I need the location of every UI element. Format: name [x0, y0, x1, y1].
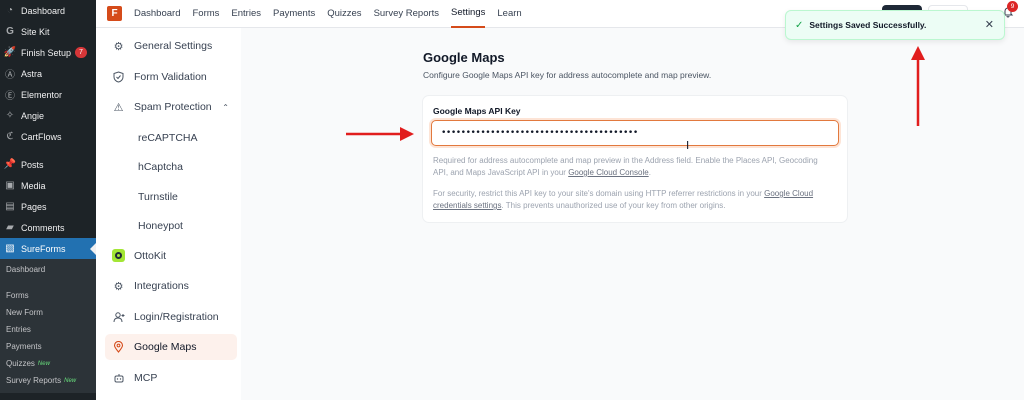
integrations-icon: ⚙ [113, 280, 124, 293]
settings-nav-general[interactable]: ⚙ General Settings [105, 33, 237, 59]
update-count-badge: 7 [75, 47, 87, 58]
wp-submenu-forms[interactable]: Forms [0, 287, 96, 304]
comment-icon: ▰ [6, 222, 14, 233]
settings-nav-hcaptcha[interactable]: hCaptcha [105, 154, 237, 180]
wp-menu-pages[interactable]: ▤ Pages [0, 196, 96, 217]
wp-menu-elementor[interactable]: Ⓔ Elementor [0, 84, 96, 105]
map-pin-icon [112, 341, 125, 354]
settings-nav-login-registration[interactable]: Login/Registration [105, 304, 237, 330]
cartflows-icon: ℭ [6, 131, 14, 142]
wp-menu-sureforms[interactable]: ▧ SureForms [0, 238, 96, 259]
wp-menu-media[interactable]: ▣ Media [0, 175, 96, 196]
wp-submenu-payments[interactable]: Payments [0, 338, 96, 355]
nav-quizzes[interactable]: Quizzes [327, 0, 361, 28]
settings-nav-turnstile[interactable]: Turnstile [105, 184, 237, 210]
dashboard-icon: ◔ [6, 5, 14, 16]
gear-icon: ⚙ [113, 40, 124, 53]
wp-admin-sidebar: ◔ Dashboard G Site Kit 🚀 Finish Setup 7 Ⓐ Ast… [0, 0, 96, 400]
wp-submenu-sureforms: Dashboard Forms New Form Entries Payment… [0, 259, 96, 393]
page-title: Google Maps [423, 50, 505, 65]
sureforms-icon: ▧ [5, 243, 15, 254]
wp-menu-finish-setup[interactable]: 🚀 Finish Setup 7 [0, 42, 96, 63]
pin-icon: 📌 [3, 159, 17, 170]
wp-menu-sitekit[interactable]: G Site Kit [0, 21, 96, 42]
sureforms-logo[interactable]: F [107, 6, 122, 21]
security-help-text: For security, restrict this API key to y… [433, 189, 814, 210]
wp-menu-angie[interactable]: ✧ Angie [0, 105, 96, 126]
wp-menu-comments[interactable]: ▰ Comments [0, 217, 96, 238]
sitekit-icon: G [6, 26, 14, 37]
media-icon: ▣ [5, 180, 15, 191]
robot-icon [112, 371, 125, 384]
annotation-arrow-right [346, 127, 414, 141]
chevron-up-icon[interactable]: ⌃ [222, 103, 229, 112]
api-key-label: Google Maps API Key [433, 106, 521, 116]
wp-submenu-new-form[interactable]: New Form [0, 304, 96, 321]
nav-payments[interactable]: Payments [273, 0, 315, 28]
nav-learn[interactable]: Learn [497, 0, 521, 28]
main-content: Google Maps Configure Google Maps API ke… [241, 28, 1024, 400]
toast-message: Settings Saved Successfully. [809, 20, 927, 30]
angie-icon: ✧ [5, 110, 15, 121]
google-maps-settings-card: Google Maps API Key I Required for addre… [423, 96, 847, 222]
wp-menu-dashboard[interactable]: ◔ Dashboard [0, 0, 96, 21]
google-cloud-console-link[interactable]: Google Cloud Console [568, 168, 649, 177]
astra-icon: Ⓐ [5, 70, 15, 81]
annotation-arrow-up [911, 46, 925, 126]
elementor-icon: Ⓔ [5, 91, 15, 102]
settings-nav-integrations[interactable]: ⚙ Integrations [105, 273, 237, 299]
nav-settings[interactable]: Settings [451, 0, 486, 28]
settings-nav-mcp[interactable]: MCP [105, 365, 237, 391]
rocket-icon: 🚀 [3, 47, 17, 58]
api-key-help-text: Required for address autocomplete and ma… [433, 156, 818, 177]
nav-entries[interactable]: Entries [231, 0, 261, 28]
text-cursor-icon: I [686, 139, 690, 152]
pages-icon: ▤ [5, 201, 15, 212]
settings-nav-form-validation[interactable]: Form Validation [105, 64, 237, 90]
page-description: Configure Google Maps API key for addres… [423, 70, 712, 80]
user-plus-icon [112, 310, 125, 323]
wp-menu-posts[interactable]: 📌 Posts [0, 154, 96, 175]
notification-count-badge: 9 [1007, 1, 1018, 12]
nav-survey-reports[interactable]: Survey Reports [374, 0, 439, 28]
wp-menu-cartflows[interactable]: ℭ CartFlows [0, 126, 96, 147]
wp-submenu-dashboard[interactable]: Dashboard [0, 261, 96, 278]
settings-nav-recaptcha[interactable]: reCAPTCHA [105, 125, 237, 151]
new-tag: New [37, 360, 50, 367]
shield-check-icon [112, 70, 125, 83]
settings-nav-ottokit[interactable]: OttoKit [105, 243, 237, 269]
wp-submenu-entries[interactable]: Entries [0, 321, 96, 338]
settings-nav-google-maps[interactable]: Google Maps [105, 334, 237, 360]
new-tag: New [64, 377, 77, 384]
nav-dashboard[interactable]: Dashboard [134, 0, 180, 28]
close-icon[interactable]: ✕ [985, 18, 994, 31]
wp-submenu-survey-reports[interactable]: Survey Reports New [0, 372, 96, 389]
settings-sidebar: ⚙ General Settings Form Validation ⚠ Spam … [96, 28, 241, 400]
ottokit-icon [112, 249, 125, 262]
settings-nav-spam-protection[interactable]: ⚠ Spam Protection ⌃ [105, 94, 237, 120]
check-icon: ✓ [795, 19, 804, 31]
wp-submenu-quizzes[interactable]: Quizzes New [0, 355, 96, 372]
success-toast: ✓ Settings Saved Successfully. ✕ [785, 10, 1005, 40]
api-key-input[interactable] [431, 120, 839, 146]
nav-forms[interactable]: Forms [192, 0, 219, 28]
settings-nav-honeypot[interactable]: Honeypot [105, 213, 237, 239]
warning-icon: ⚠ [113, 101, 124, 114]
wp-menu-astra[interactable]: Ⓐ Astra [0, 63, 96, 84]
